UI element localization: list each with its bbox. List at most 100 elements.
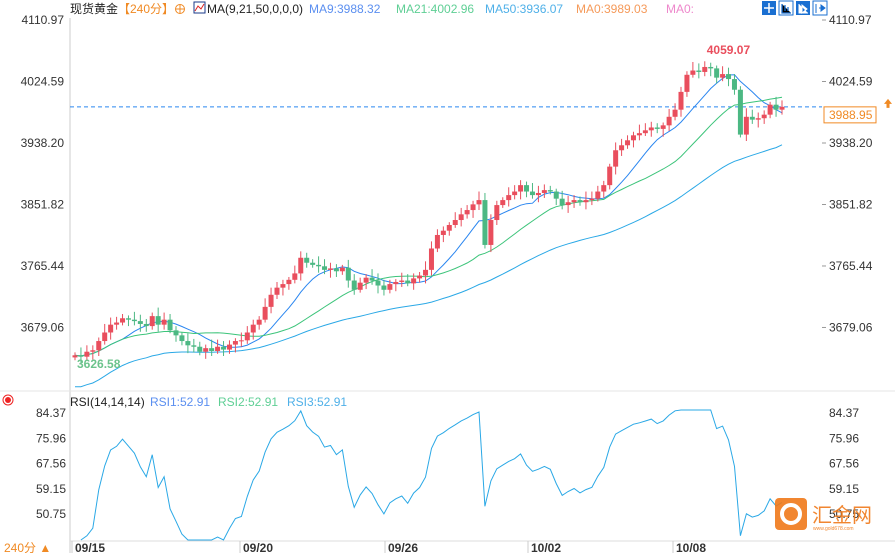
candle [286,276,292,290]
price-tick-right: 3938.20 [829,136,873,150]
candle [541,184,547,198]
candle [720,66,726,82]
candle [221,341,227,356]
candle-body [720,74,726,78]
high-label: 4059.07 [707,43,751,57]
candle-body [316,264,322,267]
candle-body [137,321,143,324]
candle-body [304,257,310,263]
candle [779,100,785,115]
candle-body [322,266,328,270]
candle-body [108,324,114,333]
candle-body [506,195,512,201]
candle [161,312,167,330]
candle-body [423,269,429,276]
period-selector[interactable]: 240分 ▲ [4,541,51,553]
candle-body [375,280,381,286]
candle [755,112,761,128]
candle-body [387,284,393,290]
low-label: 3626.58 [77,357,121,371]
candle-body [292,273,298,280]
ma21-line [74,96,783,357]
candle [714,65,720,84]
rsi-settings-icon[interactable] [2,394,14,406]
candle [333,264,339,277]
pan-button[interactable] [796,1,810,15]
candle [636,124,642,141]
candle-body [743,116,749,135]
price-tick-left: 4110.97 [22,13,65,27]
ma50-value: MA50:3936.07 [485,2,563,16]
add-indicator-icon[interactable] [175,4,185,14]
candle-body [417,275,423,279]
candle [428,241,434,276]
rsi2-value: RSI2:52.91 [218,395,278,409]
candle-body [155,316,161,325]
candle-body [197,346,203,352]
price-tick-left: 3938.20 [21,136,65,150]
candle [708,62,714,77]
rsi-title: RSI(14,14,14) [70,395,145,409]
candle-body [286,279,292,285]
candle-body [149,316,155,327]
candle [654,123,660,134]
candle-body [298,257,304,274]
candle [482,192,488,249]
rsi3-value: RSI3:52.91 [287,395,347,409]
candle-body [215,346,221,352]
rsi-tick-left: 50.75 [36,507,66,521]
candle-body [125,318,131,320]
ma-settings-icon[interactable] [193,1,206,14]
candle-body [185,341,191,346]
candle [108,317,114,340]
price-tick-left: 3679.06 [21,320,65,334]
candle-body [440,230,446,235]
candle-body [714,68,720,78]
zoom-button[interactable] [778,0,794,16]
candle-body [773,104,779,110]
candle [761,110,767,124]
candle-body [482,200,488,245]
candle [143,318,149,332]
candle [381,279,387,296]
candle [131,311,137,326]
ma0-value-2: MA0: [666,2,694,16]
candle [464,205,470,219]
exit-button[interactable] [812,0,828,16]
candle-body [672,109,678,117]
crosshair-button[interactable] [762,1,776,15]
ma9-line [74,74,783,357]
candle-body [221,346,227,350]
candle [684,71,690,97]
candle [179,332,185,346]
candle-body [636,133,642,136]
candle-body [666,116,672,126]
current-price-badge: 3988.95 [823,106,877,124]
candle-body [660,125,666,129]
candle [678,86,684,117]
candle-body [90,350,96,352]
price-tick-left: 3851.82 [21,197,65,211]
candle [512,185,518,200]
candle-body [333,268,339,272]
candle [494,200,500,226]
candle-body [470,204,476,211]
price-tick-left: 3765.44 [21,259,65,273]
candle [446,222,452,236]
candle [434,229,440,253]
candle [702,61,708,77]
candle [274,281,280,300]
candle-body [731,79,737,90]
candle-body [167,319,173,331]
candle-body [114,322,120,325]
candle [393,279,399,292]
candle [625,135,631,149]
candle [488,214,494,253]
price-tick-right: 4110.97 [829,13,872,27]
candle [244,326,250,344]
candle [613,142,619,175]
chart-canvas[interactable]: 现货黄金 【240分】 MA(9,21,50,0,0,0) MA9:3988.3… [0,0,895,553]
candle-body [143,323,149,327]
candle [155,307,161,332]
ma0-value-1: MA0:3989.03 [576,2,648,16]
